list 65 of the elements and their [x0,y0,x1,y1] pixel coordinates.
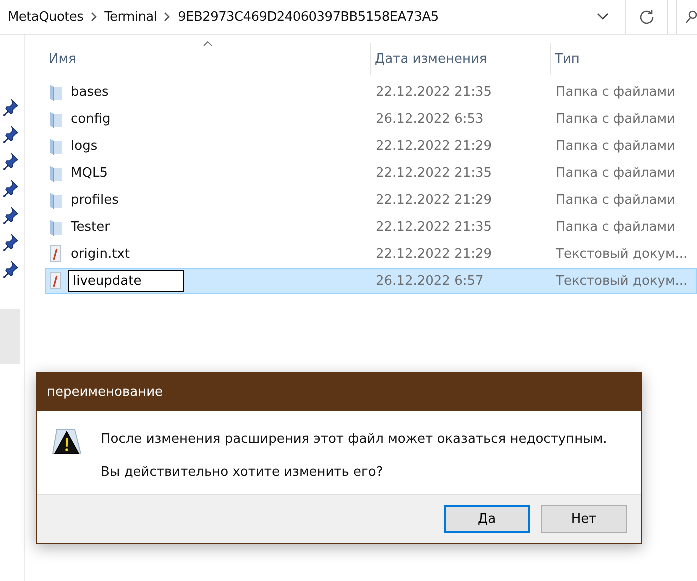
file-row[interactable]: config 26.12.2022 6:53 Папка с файлами [45,106,697,132]
folder-icon [49,191,63,209]
file-type: Папка с файлами [555,84,677,100]
modified-date: 22.12.2022 21:35 [375,84,494,100]
file-name: bases [71,84,109,100]
file-type: Папка с файлами [555,138,677,154]
pin-icon[interactable] [3,207,19,225]
text-file-icon [49,245,63,263]
modified-date: 22.12.2022 21:35 [375,220,494,234]
pin-icon[interactable] [3,261,19,279]
chevron-right-icon [90,12,98,22]
chevron-right-icon [164,12,172,22]
file-row[interactable]: bases 22.12.2022 21:35 Папка с файлами [45,79,697,105]
file-name: Tester [71,220,110,234]
file-row[interactable]: Tester 22.12.2022 21:35 Папка с файлами [45,214,697,240]
breadcrumb[interactable]: Terminal [104,10,158,24]
folder-icon [49,83,63,101]
sort-up-icon [202,41,212,47]
search-icon [685,10,697,24]
file-name: logs [71,138,98,154]
modified-date: 22.12.2022 21:29 [375,246,494,262]
file-row[interactable]: profiles 22.12.2022 21:29 Папка с файлами [45,187,697,213]
dialog-button[interactable]: Нет [541,505,627,533]
file-type: Текстовый докум... [555,274,689,288]
pin-icon[interactable] [3,99,19,117]
breadcrumb[interactable]: 9EB2973C469D24060397BB5158EA73A5 [178,10,439,24]
dropdown-icon[interactable] [597,13,609,21]
modified-date: 26.12.2022 6:53 [375,112,485,126]
modified-date: 22.12.2022 21:29 [375,192,494,208]
folder-icon [49,164,63,182]
folder-icon [49,110,63,128]
file-row[interactable]: origin.txt 22.12.2022 21:29 Текстовый докум... [45,241,697,267]
pin-icon[interactable] [3,153,19,171]
file-name: MQL5 [71,166,108,180]
dialog-message: Вы действительно хотите изменить его? [101,465,384,480]
file-name: config [71,112,111,126]
modified-date: 22.12.2022 21:35 [375,166,494,180]
file-name: profiles [71,192,119,208]
breadcrumb[interactable]: MetaQuotes [8,10,84,24]
pin-icon[interactable] [3,126,19,144]
pin-icon[interactable] [3,180,19,198]
file-row[interactable]: logs 22.12.2022 21:29 Папка с файлами [45,133,697,159]
file-type: Папка с файлами [555,192,677,208]
modified-date: 26.12.2022 6:57 [375,274,485,288]
file-row[interactable]: liveupdate 26.12.2022 6:57 Текстовый докум... [45,268,697,294]
text-file-icon [49,272,63,290]
modified-date: 22.12.2022 21:29 [375,138,494,154]
file-type: Текстовый докум... [555,246,689,262]
pin-icon[interactable] [3,234,19,252]
dialog-button[interactable]: Да [444,505,530,533]
file-name: origin.txt [71,246,130,262]
file-type: Папка с файлами [555,166,677,180]
dialog-message: После изменения расширения этот файл может оказаться недоступным. [101,432,608,447]
column-header[interactable]: Имя [45,43,371,75]
refresh-icon [638,9,654,25]
column-header[interactable]: Тип [551,43,697,75]
folder-icon [49,218,63,236]
search-field[interactable] [676,0,697,34]
rename-field[interactable]: liveupdate [68,270,184,292]
dialog-title: переименование [37,373,641,411]
column-header[interactable]: Дата изменения [371,43,551,75]
file-type: Папка с файлами [555,112,677,126]
folder-icon [49,137,63,155]
file-row[interactable]: MQL5 22.12.2022 21:35 Папка с файлами [45,160,697,186]
file-type: Папка с файлами [555,220,677,234]
